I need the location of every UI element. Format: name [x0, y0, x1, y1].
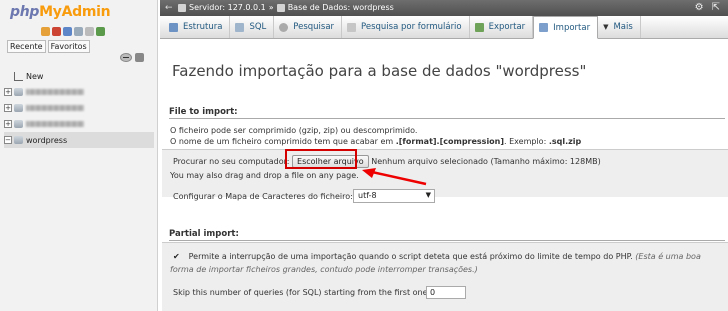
redacted-db-name — [26, 89, 84, 95]
filename-info: O nome de um ficheiro comprimido tem que… — [170, 137, 582, 146]
breadcrumb-bar: ← Servidor: 127.0.0.1 » Base de Dados: w… — [160, 0, 728, 16]
database-icon — [14, 136, 23, 144]
redacted-db-name — [26, 105, 84, 111]
breadcrumb-server[interactable]: Servidor: 127.0.0.1 — [189, 3, 266, 12]
tab-pesquisa-formulario[interactable]: Pesquisa por formulário — [342, 16, 470, 38]
page-title: Fazendo importação para a base de dados … — [172, 62, 587, 80]
breadcrumb-database[interactable]: Base de Dados: wordpress — [288, 3, 394, 12]
reload-icon[interactable] — [96, 27, 105, 36]
annotation-arrow — [362, 168, 427, 186]
tab-mais[interactable]: ▼ Mais — [598, 16, 641, 38]
expand-icon[interactable]: + — [4, 88, 12, 96]
expand-icon[interactable]: + — [4, 104, 12, 112]
main-menu: Estrutura SQL Pesquisar Pesquisa por for… — [160, 16, 728, 39]
link-icon[interactable] — [135, 53, 144, 62]
collapse-topbar-icon[interactable]: ⇱ — [712, 2, 720, 13]
no-file-text: Nenhum arquivo selecionado (Tamanho máxi… — [371, 157, 601, 166]
collapse-all-icon[interactable] — [120, 53, 132, 62]
top-controls: ⚙ ⇱ — [695, 2, 720, 13]
interrupt-note: forma de importar ficheiros grandes, con… — [170, 265, 478, 274]
export-icon — [474, 22, 484, 32]
recent-favorites-tabs: Recente Favoritos — [7, 40, 90, 53]
tab-pesquisar[interactable]: Pesquisar — [274, 16, 343, 38]
chevron-down-icon: ▼ — [425, 191, 431, 199]
recent-tab[interactable]: Recente — [7, 40, 46, 53]
database-tree: New + + + − wordpress — [4, 68, 154, 148]
tree-item-wordpress[interactable]: − wordpress — [4, 132, 154, 148]
tree-item-new[interactable]: New — [4, 68, 154, 84]
expand-icon[interactable]: + — [4, 120, 12, 128]
tree-controls — [120, 53, 144, 62]
sql-docs-icon[interactable] — [85, 27, 94, 36]
breadcrumb: Servidor: 127.0.0.1 » Base de Dados: wor… — [178, 3, 394, 12]
allow-interrupt-checkbox[interactable]: ✔ — [173, 253, 181, 261]
database-icon — [14, 120, 23, 128]
tab-importar[interactable]: Importar — [533, 16, 599, 39]
tab-estrutura[interactable]: Estrutura — [164, 16, 231, 38]
favorites-tab[interactable]: Favoritos — [47, 40, 90, 53]
query-icon — [347, 22, 357, 32]
sql-icon — [235, 22, 245, 32]
server-icon — [178, 3, 186, 12]
skip-queries-label: Skip this number of queries (for SQL) st… — [173, 288, 431, 297]
redacted-db-name — [26, 121, 84, 127]
tree-item-db[interactable]: + — [4, 84, 154, 100]
charset-label: Configurar o Mapa de Caracteres do fiche… — [173, 192, 353, 201]
docs-icon[interactable] — [74, 27, 83, 36]
home-icon[interactable] — [41, 27, 50, 36]
partial-import-heading: Partial import: — [169, 229, 725, 241]
database-icon — [276, 3, 285, 12]
interrupt-row: ✔ Permite a interrupção de uma importaçã… — [173, 252, 701, 261]
drag-drop-hint: You may also drag and drop a file on any… — [170, 171, 359, 180]
tree-item-db[interactable]: + — [4, 100, 154, 116]
chevron-down-icon: ▼ — [603, 23, 609, 31]
back-arrow-icon[interactable]: ← — [165, 3, 173, 13]
file-import-heading: File to import: — [169, 107, 725, 119]
highlight-box — [285, 149, 357, 169]
collapse-icon[interactable]: − — [4, 136, 12, 144]
skip-queries-input[interactable]: 0 — [426, 286, 466, 299]
breadcrumb-separator: » — [268, 3, 274, 12]
query-window-icon[interactable] — [63, 27, 72, 36]
database-icon — [14, 104, 23, 112]
import-page: Fazendo importação para a base de dados … — [160, 40, 728, 311]
search-icon — [279, 22, 289, 32]
tree-item-db[interactable]: + — [4, 116, 154, 132]
browse-row: Procurar no seu computador: Escolher arq… — [173, 155, 601, 168]
sidebar-toolbar — [41, 27, 105, 36]
tab-exportar[interactable]: Exportar — [470, 16, 534, 38]
settings-gear-icon[interactable]: ⚙ — [695, 2, 704, 13]
structure-icon — [169, 22, 178, 32]
new-database-icon — [14, 71, 23, 81]
navigation-sidebar: phpMyAdmin Recente Favoritos New + + + −… — [0, 0, 158, 311]
charset-select[interactable]: utf-8 ▼ — [353, 189, 435, 203]
compress-info: O ficheiro pode ser comprimido (gzip, zi… — [170, 126, 418, 135]
phpmyadmin-logo[interactable]: phpMyAdmin — [10, 4, 111, 20]
database-icon — [14, 88, 23, 96]
exit-icon[interactable] — [52, 27, 61, 36]
tab-sql[interactable]: SQL — [230, 16, 275, 38]
import-icon — [539, 23, 549, 32]
